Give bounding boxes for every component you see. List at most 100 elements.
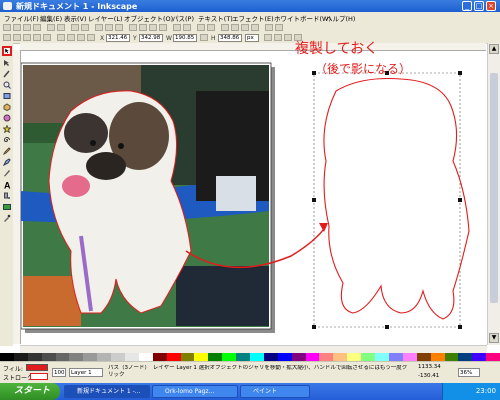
- text-tool-icon[interactable]: A: [3, 181, 11, 189]
- swatch[interactable]: [361, 353, 376, 361]
- swatch[interactable]: [236, 353, 251, 361]
- group-icon[interactable]: [197, 24, 205, 31]
- import-icon[interactable]: [47, 24, 55, 31]
- document-properties-icon[interactable]: [275, 24, 283, 31]
- swatch[interactable]: [69, 353, 84, 361]
- select-all-icon[interactable]: [3, 34, 11, 41]
- scale-handle-right[interactable]: [458, 198, 462, 202]
- swatch[interactable]: [97, 353, 112, 361]
- opacity-field[interactable]: 100: [52, 368, 66, 377]
- print-icon[interactable]: [33, 24, 41, 31]
- swatch[interactable]: [444, 353, 459, 361]
- xml-editor-icon[interactable]: [241, 24, 249, 31]
- ungroup-icon[interactable]: [207, 24, 215, 31]
- layer-select[interactable]: Layer 1: [69, 368, 103, 377]
- start-button[interactable]: スタート: [0, 383, 60, 400]
- copy-icon[interactable]: [95, 24, 103, 31]
- undo-icon[interactable]: [71, 24, 79, 31]
- lock-ratio-icon[interactable]: [200, 34, 208, 41]
- dropper-tool-icon[interactable]: [3, 214, 11, 222]
- scale-handle-bottom-left[interactable]: [312, 325, 316, 329]
- stroke-indicator[interactable]: [30, 373, 48, 380]
- export-icon[interactable]: [57, 24, 65, 31]
- lower-to-bottom-icon[interactable]: [87, 34, 95, 41]
- duplicate-icon[interactable]: [173, 24, 181, 31]
- taskbar-item-browser[interactable]: Ork-lomo Pagz...: [152, 385, 238, 398]
- maximize-button[interactable]: □: [474, 1, 484, 11]
- scale-stroke-icon[interactable]: [264, 34, 272, 41]
- rectangle-tool-icon[interactable]: [3, 92, 11, 100]
- raise-icon[interactable]: [67, 34, 75, 41]
- scroll-up-arrow-icon[interactable]: ▲: [489, 44, 499, 54]
- text-font-icon[interactable]: [231, 24, 239, 31]
- scroll-thumb[interactable]: [490, 73, 498, 303]
- zoom-in-icon[interactable]: [129, 24, 137, 31]
- swatch[interactable]: [458, 353, 473, 361]
- swatch[interactable]: [333, 353, 348, 361]
- calligraphy-tool-icon[interactable]: [3, 169, 11, 177]
- w-field[interactable]: 190.85: [173, 34, 197, 42]
- ellipse-tool-icon[interactable]: [3, 114, 11, 122]
- swatch[interactable]: [55, 353, 70, 361]
- star-tool-icon[interactable]: [3, 125, 11, 133]
- taskbar-item-paint[interactable]: ペイント: [240, 385, 310, 398]
- swatch[interactable]: [0, 353, 14, 361]
- x-field[interactable]: 321.46: [106, 34, 130, 42]
- paste-icon[interactable]: [115, 24, 123, 31]
- swatch[interactable]: [83, 353, 98, 361]
- open-file-icon[interactable]: [13, 24, 21, 31]
- swatch[interactable]: [347, 353, 362, 361]
- unit-select[interactable]: px: [245, 34, 259, 42]
- swatch[interactable]: [416, 353, 431, 361]
- y-field[interactable]: 342.98: [139, 34, 163, 42]
- swatch[interactable]: [111, 353, 126, 361]
- scale-handle-bottom-right[interactable]: [458, 325, 462, 329]
- scale-corners-icon[interactable]: [274, 34, 282, 41]
- gradient-tool-icon[interactable]: [3, 203, 11, 211]
- zoom-page-icon[interactable]: [159, 24, 167, 31]
- rotate-ccw-icon[interactable]: [13, 34, 21, 41]
- swatch[interactable]: [305, 353, 320, 361]
- swatch[interactable]: [41, 353, 56, 361]
- cut-icon[interactable]: [105, 24, 113, 31]
- tweak-tool-icon[interactable]: [3, 70, 11, 78]
- spiral-tool-icon[interactable]: [3, 136, 11, 144]
- swatch[interactable]: [486, 353, 500, 361]
- lower-icon[interactable]: [77, 34, 85, 41]
- box3d-tool-icon[interactable]: [3, 103, 11, 111]
- preferences-icon[interactable]: [265, 24, 273, 31]
- swatch[interactable]: [402, 353, 417, 361]
- pencil-tool-icon[interactable]: [3, 147, 11, 155]
- swatch[interactable]: [125, 353, 139, 361]
- flip-horizontal-icon[interactable]: [33, 34, 41, 41]
- save-icon[interactable]: [23, 24, 31, 31]
- fill-stroke-icon[interactable]: [221, 24, 229, 31]
- swatch[interactable]: [194, 353, 209, 361]
- swatch[interactable]: [27, 353, 42, 361]
- zoom-out-icon[interactable]: [139, 24, 147, 31]
- transform-gradient-icon[interactable]: [284, 34, 292, 41]
- zoom-tool-icon[interactable]: [3, 81, 11, 89]
- flip-vertical-icon[interactable]: [43, 34, 51, 41]
- spray-tool-icon[interactable]: [3, 192, 11, 200]
- minimize-button[interactable]: _: [462, 1, 472, 11]
- redo-icon[interactable]: [81, 24, 89, 31]
- duplicate-outline[interactable]: [312, 71, 470, 329]
- swatch[interactable]: [263, 353, 278, 361]
- h-field[interactable]: 348.86: [218, 34, 242, 42]
- scale-handle-bottom[interactable]: [385, 325, 389, 329]
- swatch[interactable]: [291, 353, 306, 361]
- swatch[interactable]: [250, 353, 264, 361]
- swatch[interactable]: [222, 353, 237, 361]
- raise-to-top-icon[interactable]: [57, 34, 65, 41]
- scroll-down-arrow-icon[interactable]: ▼: [489, 333, 499, 343]
- zoom-field[interactable]: 36%: [458, 368, 480, 377]
- system-tray-clock[interactable]: 23:00: [442, 383, 500, 400]
- node-tool-icon[interactable]: [3, 59, 11, 67]
- swatch[interactable]: [319, 353, 334, 361]
- swatch[interactable]: [152, 353, 167, 361]
- swatch[interactable]: [472, 353, 487, 361]
- zoom-fit-icon[interactable]: [149, 24, 157, 31]
- dog-photo[interactable]: [21, 65, 269, 327]
- swatch[interactable]: [138, 353, 153, 361]
